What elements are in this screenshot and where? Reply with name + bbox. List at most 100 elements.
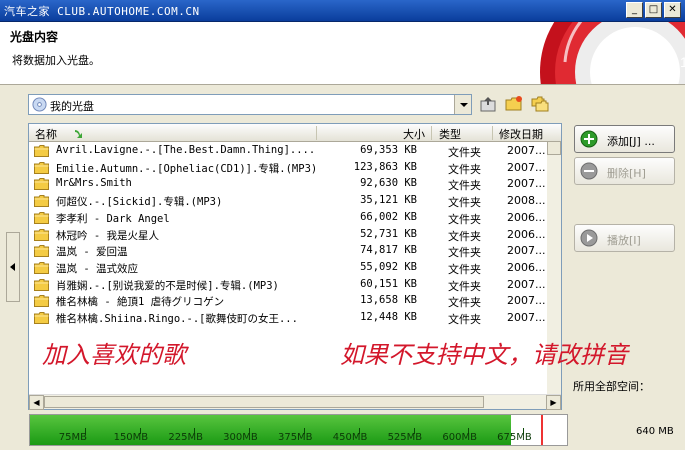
row-date: 2007... [507, 294, 546, 308]
folder-icon [34, 245, 49, 258]
capacity-tick-label: 225MB [168, 432, 203, 443]
row-size: 74,817 KB [360, 244, 417, 257]
delete-button-label: 删除[H] [607, 167, 646, 180]
delete-button[interactable]: 删除[H] [574, 157, 675, 185]
page-header: 光盘内容 将数据加入光盘。 20 16 [0, 22, 685, 85]
table-row[interactable]: 李孝利 - Dark Angel 66,002 KB 文件夹 2006... [29, 210, 549, 227]
capacity-label: 640 MB [636, 426, 674, 437]
page-subtitle: 将数据加入光盘。 [12, 54, 100, 67]
capacity-tick-label: 450MB [332, 432, 368, 443]
row-size: 12,448 KB [360, 311, 417, 323]
row-type: 文件夹 [448, 162, 481, 176]
chevron-down-icon[interactable] [454, 95, 471, 114]
row-name: 何超仪.-.[Sickid].专辑.(MP3) [56, 196, 223, 209]
column-name[interactable]: 名称 [35, 126, 57, 142]
speedometer-logo: 20 16 [540, 22, 685, 84]
title-bar: 汽车之家 CLUB.AUTOHOME.COM.CN _ □ ✕ [0, 0, 685, 22]
row-date: 2006... [507, 260, 546, 274]
row-name: 李孝利 - Dark Angel [56, 212, 170, 225]
capacity-tick-label: 300MB [223, 432, 258, 443]
row-size: 35,121 KB [360, 194, 417, 207]
row-type: 文件夹 [448, 229, 481, 243]
capacity-fill [30, 415, 512, 445]
minus-icon [580, 162, 598, 180]
column-size[interactable]: 大小 [403, 126, 425, 142]
folder-icon [34, 195, 49, 208]
row-size: 66,002 KB [360, 210, 417, 223]
disc-icon [32, 97, 47, 112]
row-type: 文件夹 [448, 296, 481, 310]
folder-icon [34, 261, 49, 274]
row-date: 2007... [507, 144, 546, 157]
column-date[interactable]: 修改日期 [499, 126, 543, 142]
row-size: 60,151 KB [360, 277, 417, 290]
table-row[interactable]: Avril.Lavigne.-.[The.Best.Damn.Thing]...… [29, 143, 549, 160]
capacity-tick-label: 375MB [277, 432, 313, 443]
collapse-panel-button[interactable] [6, 232, 20, 302]
row-name: 椎名林檎 - 絶頂1 虐待グリコゲン [56, 296, 225, 309]
capacity-tick-label: 75MB [58, 432, 87, 443]
window-controls: _ □ ✕ [626, 2, 681, 18]
table-row[interactable]: 椎名林檎 - 絶頂1 虐待グリコゲン 13,658 KB 文件夹 2007... [29, 293, 549, 310]
folder-icon [34, 211, 49, 224]
table-row[interactable]: 肖雅娴.-.[别说我爱的不是时候].专辑.(MP3) 60,151 KB 文件夹 20… [29, 277, 549, 294]
play-button-label: 播放[I] [607, 234, 641, 247]
row-name: Emilie.Autumn.-.[Opheliac(CD1)].专辑.(MP3) [56, 162, 318, 175]
annotation-right: 如果不支持中文，请改拼音 [340, 341, 628, 369]
table-row[interactable]: Emilie.Autumn.-.[Opheliac(CD1)].专辑.(MP3)… [29, 160, 549, 177]
folder-view-icon[interactable] [531, 95, 549, 113]
folder-icon [34, 228, 49, 241]
row-date: 2007... [507, 311, 546, 324]
row-date: 2007... [507, 244, 546, 258]
annotation-left: 加入喜欢的歌 [42, 341, 186, 369]
row-date: 2006... [507, 210, 546, 224]
svg-text:16: 16 [680, 54, 685, 70]
row-type: 文件夹 [448, 146, 481, 159]
row-name: 林冠吟 - 我是火星人 [56, 229, 159, 242]
row-date: 2007... [507, 160, 546, 174]
table-row[interactable]: 温岚 - 温式效应 55,092 KB 文件夹 2006... [29, 260, 549, 277]
list-header: 名称 大小 类型 修改日期 [29, 124, 561, 142]
row-name: 肖雅娴.-.[别说我爱的不是时候].专辑.(MP3) [56, 279, 279, 292]
scrollbar-thumb[interactable] [44, 396, 484, 408]
row-size: 13,658 KB [360, 294, 417, 307]
close-button[interactable]: ✕ [664, 2, 681, 18]
horizontal-scrollbar[interactable]: ◀ ▶ [29, 394, 561, 410]
capacity-tick-label: 600MB [442, 432, 477, 443]
capacity-limit-marker [541, 415, 544, 445]
row-name: 椎名林檎.Shiina.Ringo.-.[歌舞伎町の女王... [56, 313, 298, 325]
new-folder-icon[interactable] [505, 95, 523, 113]
up-folder-icon[interactable] [479, 95, 497, 113]
row-type: 文件夹 [448, 262, 481, 276]
row-type: 文件夹 [448, 179, 481, 193]
table-row[interactable]: Mr&Mrs.Smith 92,630 KB 文件夹 2007... [29, 176, 549, 193]
row-name: Avril.Lavigne.-.[The.Best.Damn.Thing]...… [56, 144, 316, 156]
disc-selector[interactable]: 我的光盘 [28, 94, 472, 115]
play-button[interactable]: 播放[I] [574, 224, 675, 252]
column-type[interactable]: 类型 [439, 126, 461, 142]
row-size: 69,353 KB [360, 144, 417, 156]
table-row[interactable]: 温岚 - 爱回温 74,817 KB 文件夹 2007... [29, 243, 549, 260]
scroll-left-button[interactable]: ◀ [29, 395, 44, 410]
scroll-up-button[interactable] [547, 141, 561, 155]
maximize-button[interactable]: □ [645, 2, 662, 18]
folder-icon [34, 145, 49, 157]
add-button[interactable]: 添加[J] ... [574, 125, 675, 153]
scroll-right-button[interactable]: ▶ [546, 395, 561, 410]
row-name: 温岚 - 爱回温 [56, 246, 128, 259]
minimize-button[interactable]: _ [626, 2, 643, 18]
sort-arrow-icon [75, 130, 82, 138]
table-row[interactable]: 何超仪.-.[Sickid].专辑.(MP3) 35,121 KB 文件夹 2008.… [29, 193, 549, 210]
table-row[interactable]: 林冠吟 - 我是火星人 52,731 KB 文件夹 2006... [29, 227, 549, 244]
table-row[interactable]: 椎名林檎.Shiina.Ringo.-.[歌舞伎町の女王... 12,448 KB… [29, 310, 549, 327]
folder-icon [34, 295, 49, 308]
watermark-text: 汽车之家 CLUB.AUTOHOME.COM.CN [4, 5, 200, 18]
folder-icon [34, 312, 49, 324]
row-name: Mr&Mrs.Smith [56, 177, 132, 190]
row-date: 2007... [507, 277, 546, 291]
watermark: 汽车之家 CLUB.AUTOHOME.COM.CN [4, 3, 200, 19]
capacity-bar: 75MB 150MB 225MB 300MB 375MB 450MB 525MB 600MB 6… [29, 414, 568, 446]
capacity-tick-label: 525MB [387, 432, 423, 443]
page-title: 光盘内容 [10, 30, 59, 44]
row-date: 2008... [507, 194, 546, 208]
